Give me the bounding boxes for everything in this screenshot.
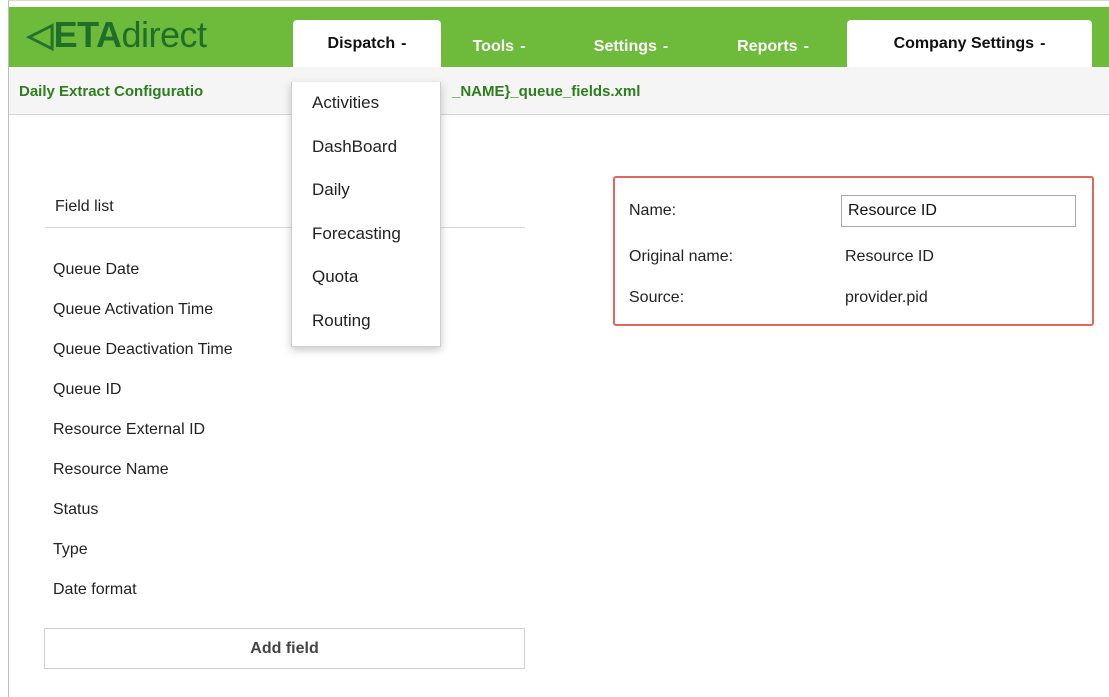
logo-eta-text: ETA bbox=[53, 14, 122, 55]
menu-item-forecasting[interactable]: Forecasting bbox=[292, 219, 440, 263]
chevron-down-icon: - bbox=[803, 37, 809, 55]
etadirect-logo[interactable]: ◁ ETA direct bbox=[27, 13, 207, 57]
list-item[interactable]: Resource Name bbox=[53, 449, 233, 489]
menu-item-quota[interactable]: Quota bbox=[292, 262, 440, 306]
list-item[interactable]: Queue Activation Time bbox=[53, 289, 233, 329]
tab-settings-label: Settings bbox=[593, 37, 657, 55]
name-label: Name: bbox=[629, 202, 677, 219]
name-field[interactable] bbox=[841, 195, 1076, 227]
list-item[interactable]: Date format bbox=[53, 569, 233, 609]
dispatch-dropdown-menu: Activities DashBoard Daily Forecasting Q… bbox=[291, 82, 441, 347]
tab-reports-label: Reports bbox=[737, 37, 798, 55]
tab-dispatch[interactable]: Dispatch - bbox=[293, 20, 441, 67]
original-name-label: Original name: bbox=[629, 248, 734, 265]
field-list-header: Field list bbox=[45, 194, 525, 228]
logo-direct-text: direct bbox=[121, 14, 207, 55]
list-item[interactable]: Queue ID bbox=[53, 369, 233, 409]
add-field-button[interactable]: Add field bbox=[44, 628, 525, 669]
field-properties-panel: Name: Original name: Resource ID Source:… bbox=[613, 176, 1094, 326]
top-navigation-bar: ◁ ETA direct Dispatch - Tools - Settings… bbox=[9, 7, 1109, 67]
menu-item-routing[interactable]: Routing bbox=[292, 306, 440, 350]
app-window: ◁ ETA direct Dispatch - Tools - Settings… bbox=[8, 0, 1109, 697]
tab-dispatch-label: Dispatch bbox=[327, 34, 396, 52]
source-value: provider.pid bbox=[845, 289, 928, 306]
list-item[interactable]: Resource External ID bbox=[53, 409, 233, 449]
field-list: Queue Date Queue Activation Time Queue D… bbox=[53, 249, 233, 609]
chevron-down-icon: - bbox=[1040, 34, 1046, 52]
list-item[interactable]: Status bbox=[53, 489, 233, 529]
breadcrumb-link[interactable]: Daily Extract Configuratio bbox=[19, 83, 203, 100]
tab-tools[interactable]: Tools - bbox=[454, 26, 544, 67]
menu-item-dashboard[interactable]: DashBoard bbox=[292, 132, 440, 176]
breadcrumb-bar: Daily Extract Configuratio _NAME}_queue_… bbox=[9, 67, 1109, 115]
breadcrumb-current-file: _NAME}_queue_fields.xml bbox=[452, 83, 641, 100]
tab-reports[interactable]: Reports - bbox=[717, 26, 829, 67]
list-item[interactable]: Queue Deactivation Time bbox=[53, 329, 233, 369]
tab-company-settings-label: Company Settings bbox=[893, 34, 1035, 52]
chevron-down-icon: - bbox=[520, 37, 526, 55]
tab-settings[interactable]: Settings - bbox=[571, 26, 691, 67]
chevron-down-icon: - bbox=[662, 37, 669, 55]
source-label: Source: bbox=[629, 289, 685, 306]
menu-item-activities[interactable]: Activities bbox=[292, 88, 440, 132]
logo-mark-icon: ◁ bbox=[27, 16, 53, 54]
menu-item-daily[interactable]: Daily bbox=[292, 175, 440, 219]
chevron-down-icon: - bbox=[401, 34, 407, 52]
tab-company-settings[interactable]: Company Settings - bbox=[847, 20, 1092, 67]
original-name-value: Resource ID bbox=[845, 248, 934, 265]
list-item[interactable]: Type bbox=[53, 529, 233, 569]
list-item[interactable]: Queue Date bbox=[53, 249, 233, 289]
tab-tools-label: Tools bbox=[472, 37, 515, 55]
